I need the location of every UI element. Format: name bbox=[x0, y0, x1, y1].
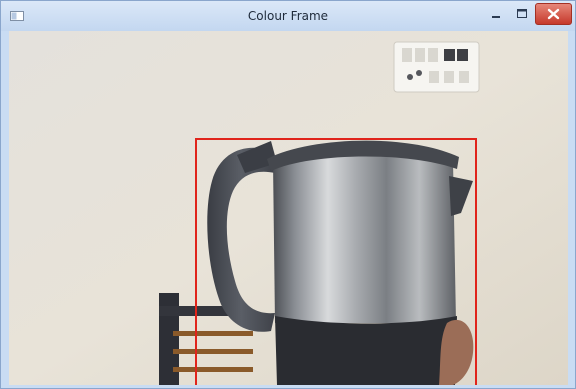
maximize-icon bbox=[517, 9, 527, 18]
close-icon bbox=[547, 8, 560, 20]
camera-frame bbox=[9, 31, 568, 385]
minimize-icon bbox=[492, 16, 500, 18]
title-bar[interactable]: Colour Frame bbox=[1, 1, 575, 31]
close-button[interactable] bbox=[535, 3, 572, 25]
camera-frame-view bbox=[9, 31, 568, 385]
wall-switchboard bbox=[393, 41, 480, 93]
minimize-button[interactable] bbox=[483, 3, 509, 25]
maximize-button[interactable] bbox=[509, 3, 535, 25]
app-window: Colour Frame bbox=[0, 0, 576, 389]
